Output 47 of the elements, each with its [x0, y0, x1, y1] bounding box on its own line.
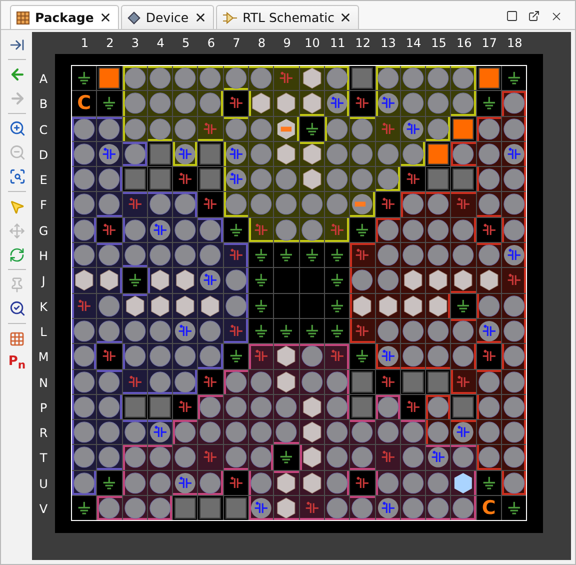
- column-number: 4: [156, 36, 166, 50]
- row-letter: A: [39, 71, 48, 88]
- row-letter: F: [40, 197, 47, 214]
- row-letter: D: [38, 146, 48, 164]
- column-number: 11: [328, 36, 346, 50]
- column-number: 18: [506, 36, 524, 50]
- pin-names-button[interactable]: P$_{n}$: [7, 353, 27, 372]
- row-letter: C: [39, 122, 48, 139]
- row-letter: N: [39, 374, 48, 392]
- column-number: 9: [282, 36, 292, 50]
- row-letter: M: [38, 349, 49, 366]
- pin-cell[interactable]: C: [476, 496, 502, 520]
- row-letter: B: [39, 96, 48, 114]
- column-number: 10: [304, 36, 321, 50]
- tab-label: Device: [146, 10, 189, 25]
- tab[interactable]: RTL Schematic: [216, 5, 360, 29]
- row-letter: U: [39, 476, 48, 493]
- row-letter: E: [40, 172, 48, 190]
- tab-label: RTL Schematic: [242, 10, 334, 25]
- tab-label: Package: [35, 10, 94, 25]
- pin-letter: C: [482, 497, 496, 520]
- column-number: 2: [105, 36, 115, 50]
- row-letter: P: [40, 400, 48, 417]
- tab[interactable]: Package: [10, 5, 119, 29]
- column-number: 6: [206, 36, 216, 50]
- column-number: 15: [430, 36, 448, 50]
- row-letter: J: [42, 273, 46, 290]
- column-number: 12: [354, 36, 372, 50]
- column-number: 16: [455, 36, 473, 50]
- pin-letter: C: [77, 92, 92, 114]
- row-letter: L: [40, 324, 47, 341]
- column-number: 7: [232, 36, 242, 50]
- row-letter: R: [39, 425, 48, 442]
- column-number: 14: [404, 36, 422, 50]
- tab[interactable]: Device: [120, 5, 214, 29]
- pin-cell[interactable]: C: [72, 91, 96, 116]
- column-number: 3: [130, 36, 140, 50]
- row-letter: K: [40, 298, 48, 316]
- column-number: 1: [80, 36, 90, 50]
- column-number: 8: [256, 36, 267, 50]
- row-letter: H: [38, 248, 48, 266]
- column-number: 17: [480, 36, 498, 50]
- row-letter: G: [38, 222, 48, 240]
- row-letter: T: [40, 450, 48, 468]
- row-letter: V: [39, 501, 48, 518]
- column-number: 5: [181, 36, 191, 50]
- column-number: 13: [380, 36, 397, 50]
